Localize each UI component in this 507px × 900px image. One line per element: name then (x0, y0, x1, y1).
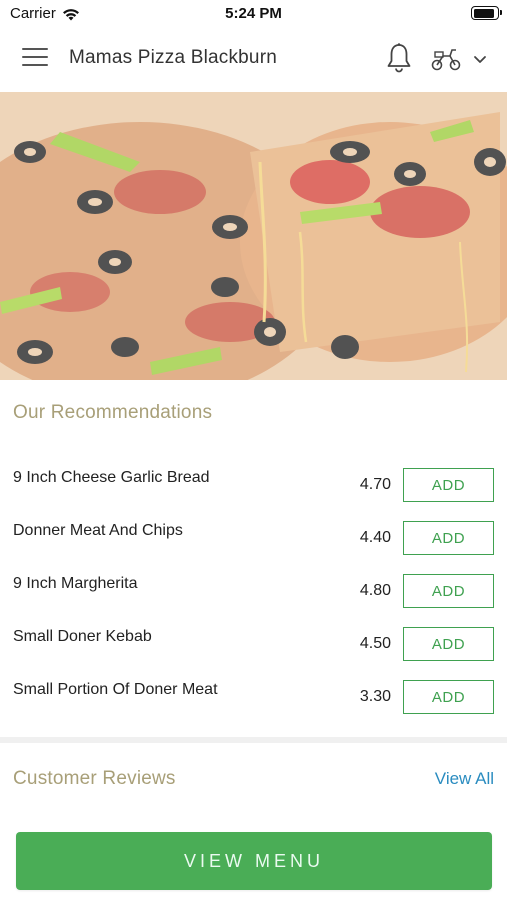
list-item: 9 Inch Margherita 4.80 ADD (0, 561, 507, 614)
list-item: Small Portion Of Doner Meat 3.30 ADD (0, 667, 507, 720)
add-button[interactable]: ADD (403, 680, 494, 714)
recommendations-list: 9 Inch Cheese Garlic Bread 4.70 ADD Donn… (0, 455, 507, 720)
item-price: 4.80 (359, 582, 391, 599)
bell-icon[interactable] (385, 42, 413, 74)
section-divider (0, 737, 507, 743)
item-name: Donner Meat And Chips (13, 522, 183, 539)
list-item: Donner Meat And Chips 4.40 ADD (0, 508, 507, 561)
list-item: 9 Inch Cheese Garlic Bread 4.70 ADD (0, 455, 507, 508)
view-all-reviews-link[interactable]: View All (435, 769, 494, 789)
hero-pizza-image (0, 92, 507, 380)
recommendations-title: Our Recommendations (13, 402, 213, 423)
add-button[interactable]: ADD (403, 468, 494, 502)
battery-level-fill (473, 8, 495, 18)
list-item: Small Doner Kebab 4.50 ADD (0, 614, 507, 667)
status-bar: Carrier 5:24 PM (0, 0, 507, 28)
add-button[interactable]: ADD (403, 627, 494, 661)
app-bar: Mamas Pizza Blackburn (0, 28, 507, 92)
app-title: Mamas Pizza Blackburn (69, 47, 277, 68)
item-name: Small Doner Kebab (13, 628, 152, 645)
item-price: 4.40 (359, 529, 391, 546)
hero-image-overlay (0, 92, 507, 380)
item-name: 9 Inch Cheese Garlic Bread (13, 469, 210, 486)
customer-reviews-title: Customer Reviews (13, 768, 176, 789)
add-button[interactable]: ADD (403, 521, 494, 555)
item-name: 9 Inch Margherita (13, 575, 138, 592)
item-price: 3.30 (359, 688, 391, 705)
item-name: Small Portion Of Doner Meat (13, 681, 218, 698)
item-price: 4.70 (359, 476, 391, 493)
scooter-delivery-icon[interactable] (430, 46, 462, 72)
battery-icon (471, 6, 502, 20)
item-price: 4.50 (359, 635, 391, 652)
view-menu-button[interactable]: VIEW MENU (16, 832, 492, 890)
hamburger-menu-icon[interactable] (22, 48, 48, 70)
chevron-down-icon[interactable] (472, 52, 488, 66)
add-button[interactable]: ADD (403, 574, 494, 608)
status-time: 5:24 PM (225, 5, 282, 22)
